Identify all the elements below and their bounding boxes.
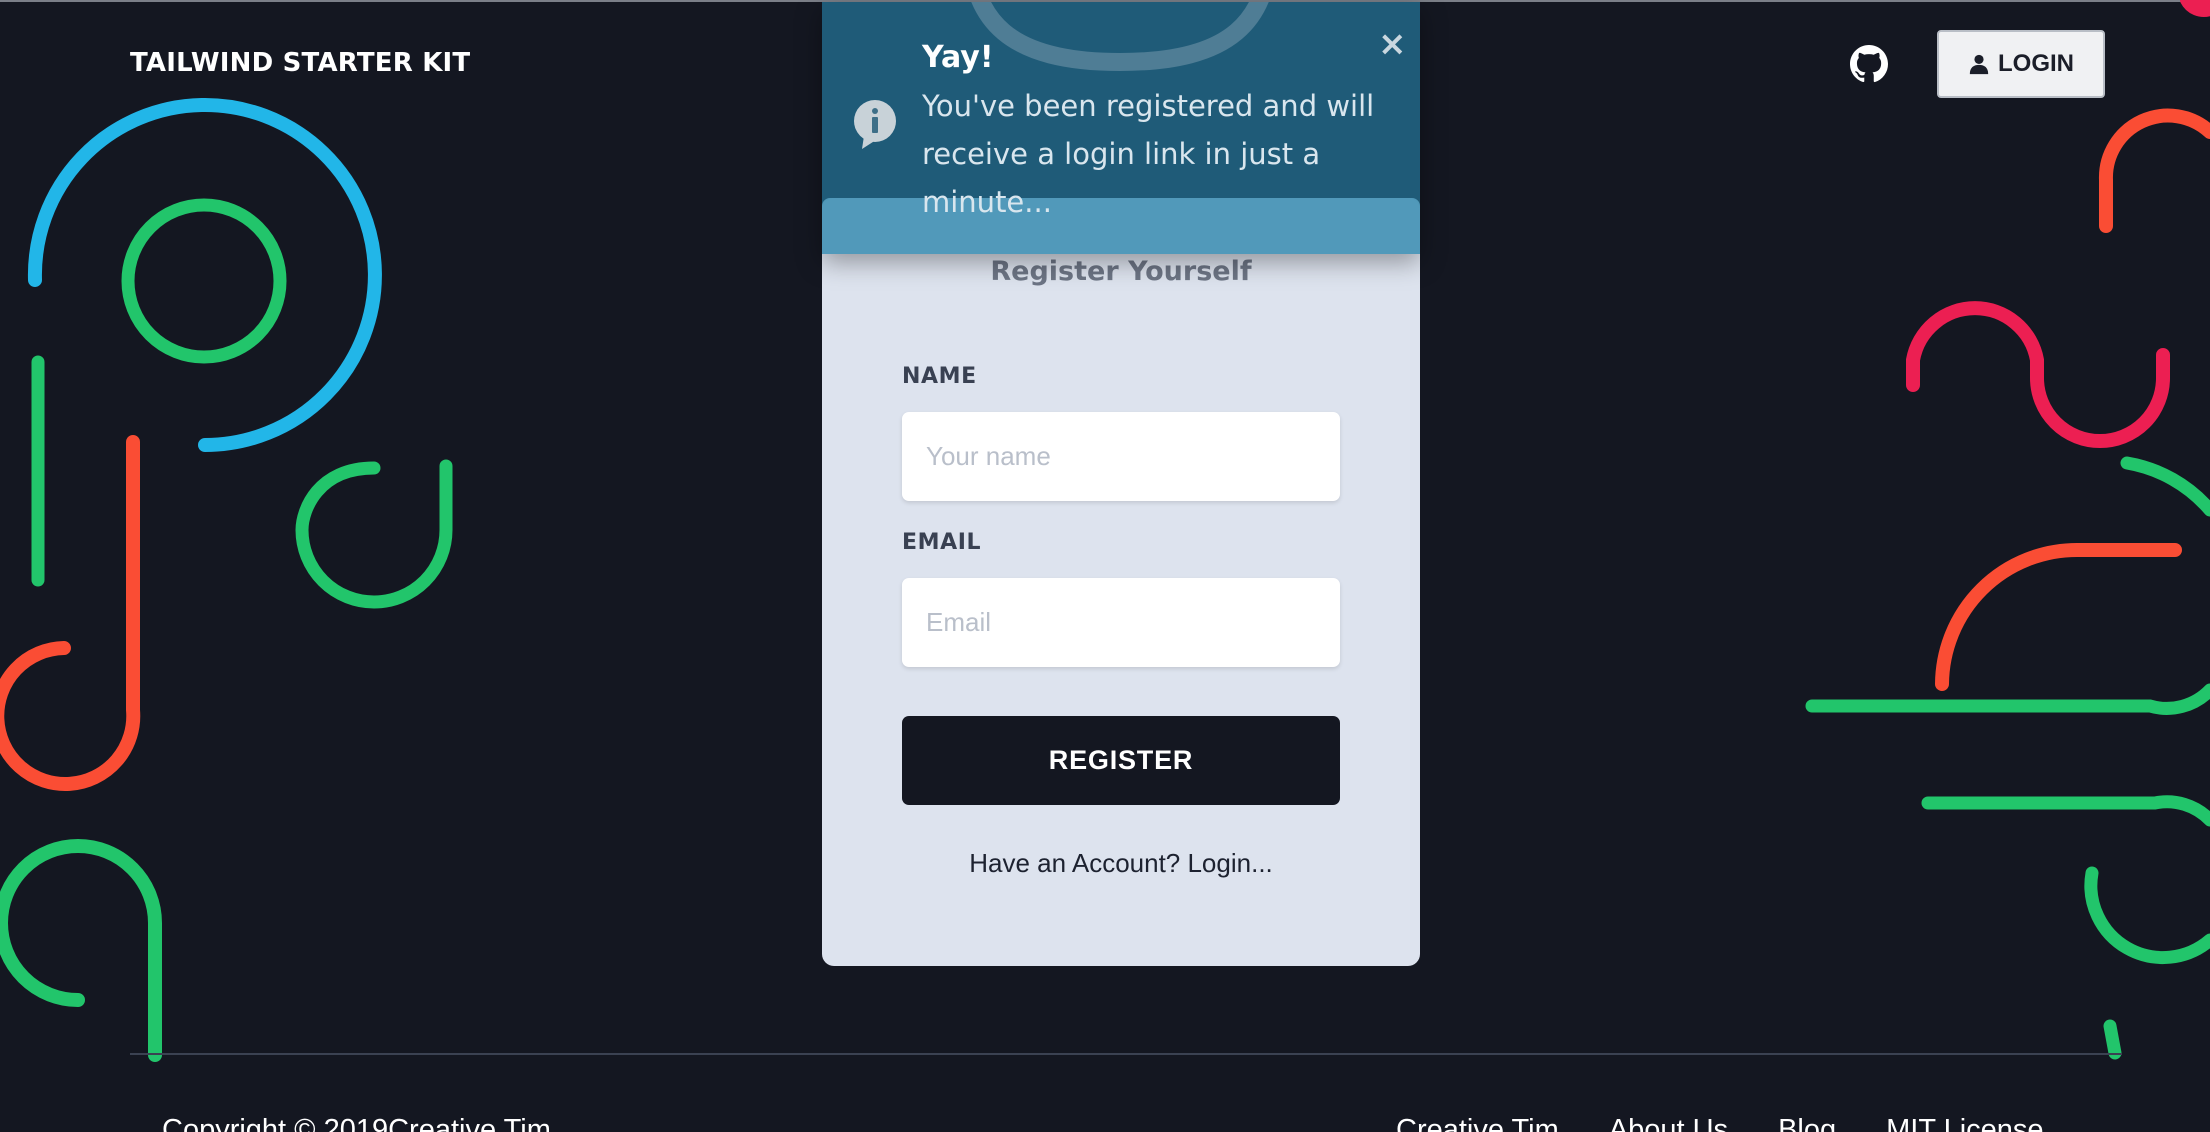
login-button-label: LOGIN	[1998, 50, 2074, 77]
page: TAILWIND STARTER KIT LOGIN Register Your…	[0, 0, 2210, 1132]
notification-title: Yay!	[922, 40, 994, 75]
close-icon[interactable]: ×	[1378, 27, 1407, 61]
footer-link-about-us[interactable]: About Us	[1609, 1114, 1728, 1132]
footer-link-mit-license[interactable]: MIT License	[1886, 1114, 2043, 1132]
login-link[interactable]: Have an Account? Login...	[822, 848, 1420, 879]
footer-copyright: Copyright © 2019Creative Tim	[162, 1114, 551, 1132]
decorative-ring	[971, 2, 1269, 72]
register-title: Register Yourself	[990, 256, 1252, 287]
user-icon	[1969, 54, 1989, 75]
email-input[interactable]	[902, 578, 1340, 667]
name-label: NAME	[902, 364, 977, 389]
register-card: Register Yourself NAME EMAIL REGISTER Ha…	[822, 198, 1420, 966]
register-button[interactable]: REGISTER	[902, 716, 1340, 805]
footer-link-creative-tim[interactable]: Creative Tim	[1396, 1114, 1559, 1132]
login-button[interactable]: LOGIN	[1937, 30, 2105, 98]
notification-message: You've been registered and will receive …	[922, 89, 1375, 219]
email-label: EMAIL	[902, 530, 982, 555]
name-input[interactable]	[902, 412, 1340, 501]
github-icon[interactable]	[1850, 45, 1888, 83]
footer-links: Creative Tim About Us Blog MIT License	[1396, 1114, 2044, 1132]
footer-link-blog[interactable]: Blog	[1778, 1114, 1836, 1132]
info-speech-bubble-icon	[854, 100, 896, 149]
brand-logo-text[interactable]: TAILWIND STARTER KIT	[130, 48, 470, 78]
success-notification: Yay! You've been registered and will rec…	[822, 2, 1420, 254]
footer-divider	[130, 1053, 2122, 1055]
